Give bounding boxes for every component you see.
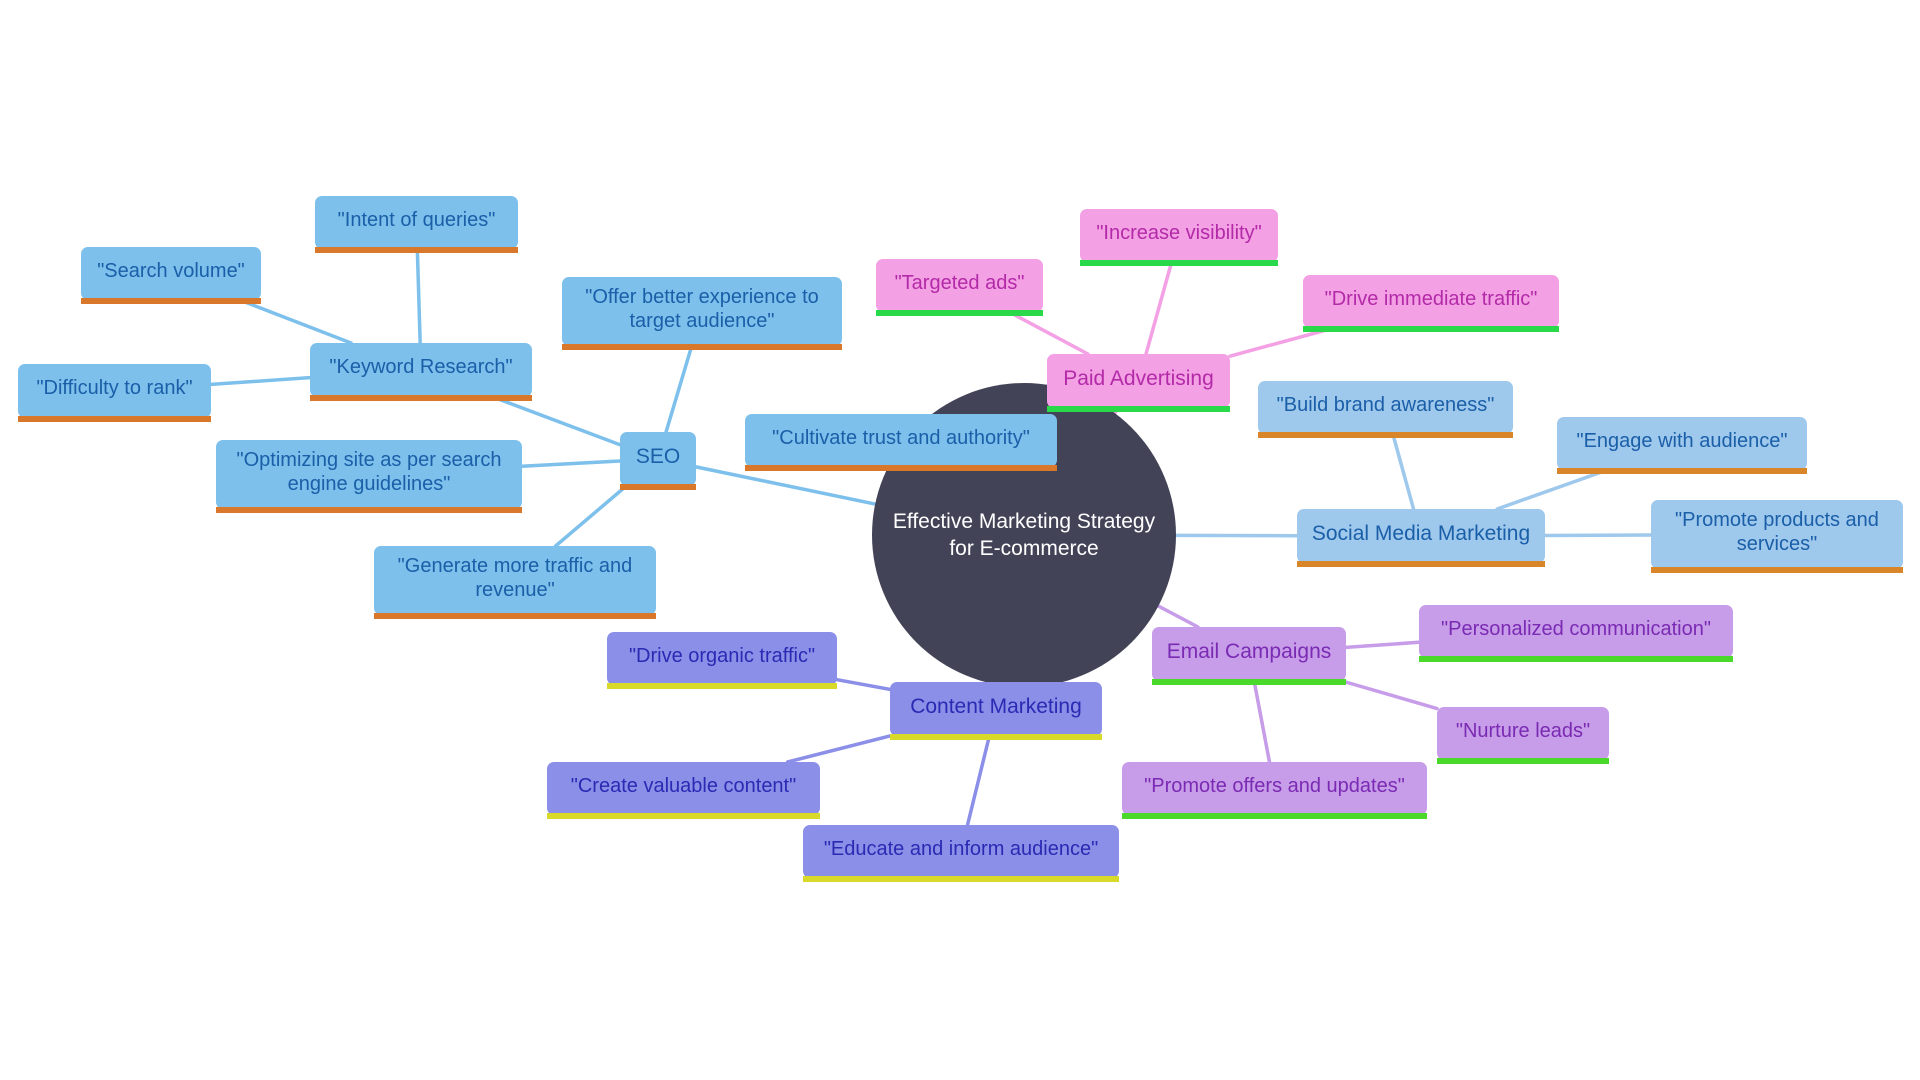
node-search-volume[interactable]: "Search volume" <box>81 247 261 304</box>
node-offer-better-experience-label: "Offer better experience to target audie… <box>585 286 819 332</box>
node-accent-bar <box>374 613 656 619</box>
edge-content_marketing-to-content_drive_organic_traffic <box>835 677 892 692</box>
node-increase-visibility[interactable]: "Increase visibility" <box>1080 209 1278 266</box>
node-drive-immediate-traffic-label: "Drive immediate traffic" <box>1324 287 1538 310</box>
node-promote-offers-and-updates[interactable]: "Promote offers and updates" <box>1122 762 1427 819</box>
edge-content_marketing-to-content_create_valuable <box>785 734 892 764</box>
node-targeted-ads[interactable]: "Targeted ads" <box>876 259 1043 316</box>
node-accent-bar <box>803 876 1119 882</box>
edge-paid_advertising-to-paid_targeted_ads <box>1007 310 1090 356</box>
edge-seo-to-seo_optimizing_site <box>520 459 622 469</box>
node-engage-with-audience-label: "Engage with audience" <box>1576 429 1788 452</box>
node-accent-bar <box>1297 561 1545 567</box>
edge-social_media_marketing-to-social_build_brand_awareness <box>1391 432 1416 511</box>
mindmap-canvas: Effective Marketing Strategy for E-comme… <box>0 0 1920 1080</box>
node-educate-and-inform-audience-label: "Educate and inform audience" <box>823 837 1099 860</box>
node-cultivate-trust[interactable]: "Cultivate trust and authority" <box>745 414 1057 471</box>
root-title-line1: Effective Marketing Strategy <box>892 509 1156 533</box>
edge-root-to-seo <box>694 465 877 506</box>
node-accent-bar <box>1080 260 1278 266</box>
node-generate-traffic[interactable]: "Generate more traffic and revenue" <box>374 546 656 619</box>
node-nurture-leads[interactable]: "Nurture leads" <box>1437 707 1609 764</box>
node-accent-bar <box>1152 679 1346 685</box>
node-keyword-research[interactable]: "Keyword Research" <box>310 343 532 401</box>
node-accent-bar <box>1303 326 1559 332</box>
node-promote-products-and-services[interactable]: "Promote products and services" <box>1651 500 1903 573</box>
node-email-campaigns[interactable]: Email Campaigns <box>1152 627 1346 685</box>
node-accent-bar <box>562 344 842 350</box>
edge-seo-to-seo_offer_better_experience <box>664 344 694 434</box>
edge-social_media_marketing-to-social_engage_with_audience <box>1495 468 1609 511</box>
node-accent-bar <box>18 416 211 422</box>
node-generate-traffic-label: "Generate more traffic and revenue" <box>397 555 633 601</box>
node-drive-immediate-traffic[interactable]: "Drive immediate traffic" <box>1303 275 1559 332</box>
node-difficulty-to-rank[interactable]: "Difficulty to rank" <box>18 364 211 422</box>
edge-root-to-email_campaigns <box>1156 604 1200 629</box>
node-increase-visibility-label: "Increase visibility" <box>1096 221 1262 244</box>
node-educate-and-inform-audience[interactable]: "Educate and inform audience" <box>803 825 1119 882</box>
node-accent-bar <box>1047 406 1230 412</box>
node-accent-bar <box>1122 813 1427 819</box>
node-accent-bar <box>890 734 1102 740</box>
edge-paid_advertising-to-paid_increase_visibility <box>1144 260 1174 356</box>
node-optimizing-site[interactable]: "Optimizing site as per search engine gu… <box>216 440 522 513</box>
node-email-campaigns-label: Email Campaigns <box>1166 639 1332 663</box>
edge-email_campaigns-to-email_personalized_communication <box>1344 640 1421 650</box>
node-seo-label: SEO <box>635 444 681 468</box>
node-accent-bar <box>216 507 522 513</box>
node-accent-bar <box>745 465 1057 471</box>
node-build-brand-awareness[interactable]: "Build brand awareness" <box>1258 381 1513 438</box>
node-promote-offers-and-updates-label: "Promote offers and updates" <box>1144 774 1405 797</box>
root-title-line2: for E-commerce <box>949 537 1099 560</box>
node-nurture-leads-label: "Nurture leads" <box>1455 719 1591 742</box>
node-accent-bar <box>547 813 820 819</box>
node-targeted-ads-label: "Targeted ads" <box>894 271 1025 294</box>
edge-content_marketing-to-content_educate_inform <box>965 734 992 827</box>
node-keyword-research-label: "Keyword Research" <box>329 356 513 379</box>
node-create-valuable-content[interactable]: "Create valuable content" <box>547 762 820 819</box>
node-accent-bar <box>620 484 696 490</box>
node-intent-of-queries-label: "Intent of queries" <box>337 208 496 231</box>
node-personalized-communication[interactable]: "Personalized communication" <box>1419 605 1733 662</box>
node-accent-bar <box>607 683 837 689</box>
node-accent-bar <box>315 247 518 253</box>
node-create-valuable-content-label: "Create valuable content" <box>570 774 797 797</box>
edge-seo-to-seo_keyword_research <box>491 395 622 447</box>
node-content-marketing-label: Content Marketing <box>910 694 1082 718</box>
node-accent-bar <box>81 298 261 304</box>
node-accent-bar <box>1419 656 1733 662</box>
node-content-marketing[interactable]: Content Marketing <box>890 682 1102 740</box>
node-offer-better-experience[interactable]: "Offer better experience to target audie… <box>562 277 842 350</box>
edge-seo_keyword_research-to-seo_search_volume <box>237 298 353 345</box>
node-paid-advertising[interactable]: Paid Advertising <box>1047 354 1230 412</box>
node-personalized-communication-label: "Personalized communication" <box>1441 617 1711 640</box>
node-build-brand-awareness-label: "Build brand awareness" <box>1276 393 1495 416</box>
node-social-media-marketing-label: Social Media Marketing <box>1311 521 1531 545</box>
edge-paid_advertising-to-paid_drive_immediate_traffic <box>1228 326 1336 358</box>
edge-seo-to-seo_generate_traffic <box>553 484 628 548</box>
node-cultivate-trust-label: "Cultivate trust and authority" <box>772 426 1030 449</box>
node-optimizing-site-label: "Optimizing site as per search engine gu… <box>236 449 502 495</box>
edge-email_campaigns-to-email_nurture_leads <box>1340 679 1439 711</box>
edge-email_campaigns-to-email_promote_offers <box>1252 679 1272 764</box>
node-intent-of-queries[interactable]: "Intent of queries" <box>315 196 518 253</box>
node-drive-organic-traffic-label: "Drive organic traffic" <box>628 644 816 667</box>
node-search-volume-label: "Search volume" <box>97 259 245 282</box>
node-accent-bar <box>1651 567 1903 573</box>
edge-seo_keyword_research-to-seo_intent_of_queries <box>415 247 422 345</box>
node-seo[interactable]: SEO <box>620 432 696 490</box>
node-engage-with-audience[interactable]: "Engage with audience" <box>1557 417 1807 474</box>
node-accent-bar <box>1258 432 1513 438</box>
node-difficulty-to-rank-label: "Difficulty to rank" <box>36 377 193 400</box>
node-accent-bar <box>310 395 532 401</box>
node-drive-organic-traffic[interactable]: "Drive organic traffic" <box>607 632 837 689</box>
edge-seo_keyword_research-to-seo_difficulty_to_rank <box>209 375 312 387</box>
node-social-media-marketing[interactable]: Social Media Marketing <box>1297 509 1545 567</box>
node-paid-advertising-label: Paid Advertising <box>1063 366 1214 390</box>
node-accent-bar <box>1557 468 1807 474</box>
node-accent-bar <box>1437 758 1609 764</box>
node-accent-bar <box>876 310 1043 316</box>
node-promote-products-and-services-label: "Promote products and services" <box>1675 509 1879 555</box>
